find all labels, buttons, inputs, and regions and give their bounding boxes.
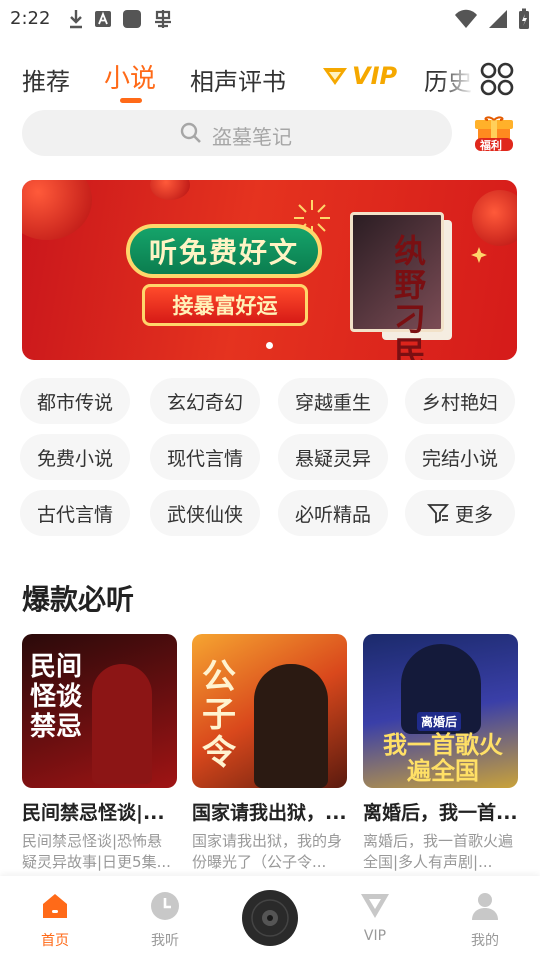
section-title: 爆款必听 (22, 583, 135, 616)
lantern-decoration (472, 190, 517, 246)
tab-vip[interactable]: VIP (322, 62, 397, 90)
tab-recommend[interactable]: 推荐 (22, 62, 70, 97)
category-more-label: 更多 (454, 503, 493, 526)
category-chip[interactable]: 穿越重生 (278, 378, 388, 424)
cover-title: 民间怪谈禁忌 (30, 652, 83, 742)
nav-profile-label: 我的 (471, 933, 499, 949)
tabs-fade (440, 52, 480, 108)
search-icon (180, 122, 201, 143)
top-tabs: 推荐 小说 相声评书 VIP 历史 (0, 52, 540, 108)
download-icon (70, 10, 82, 29)
cover-figure (254, 664, 328, 788)
status-bar: 2:22 (0, 0, 540, 40)
vip-nav-icon (361, 894, 389, 918)
banner-headline: 听免费好文 (126, 224, 322, 278)
book-title: 离婚后，我一首... (363, 802, 518, 824)
nav-vip[interactable]: VIP (340, 890, 410, 944)
home-icon (43, 894, 67, 918)
status-time: 2:22 (10, 8, 51, 29)
book-cover: 离婚后 我一首歌火遍全国 (363, 634, 518, 788)
promo-banner[interactable]: 听免费好文 接暴富好运 纨野刁民 (22, 180, 517, 360)
square-app-icon (123, 10, 141, 28)
book-card[interactable]: 民间怪谈禁忌 民间禁忌怪谈|... 民间禁忌怪谈|恐怖悬疑灵异故事|日更5集..… (22, 634, 177, 873)
signal-icon (489, 10, 507, 28)
category-chip[interactable]: 武侠仙侠 (150, 490, 260, 536)
wifi-icon (455, 9, 477, 28)
user-icon (472, 893, 498, 920)
category-grid-icon[interactable] (480, 62, 514, 96)
book-card[interactable]: 离婚后 我一首歌火遍全国 离婚后，我一首... 离婚后，我一首歌火遍全国|多人有… (363, 634, 518, 873)
star-decoration (471, 247, 487, 263)
player-disc-button[interactable] (242, 890, 298, 946)
category-chip[interactable]: 悬疑灵异 (278, 434, 388, 480)
lantern-decoration (22, 180, 92, 240)
cover-title: 我一首歌火遍全国 (383, 731, 503, 785)
nav-listening-label: 我听 (151, 933, 179, 949)
cover-figure (92, 664, 152, 784)
nav-vip-label: VIP (363, 928, 387, 944)
filter-icon (427, 504, 449, 524)
nav-home-label: 首页 (41, 933, 69, 949)
search-bar[interactable]: 盗墓笔记 (22, 110, 452, 156)
book-description: 国家请我出狱，我的身份曝光了（公子令... (192, 832, 343, 871)
status-system-icons (454, 6, 530, 32)
book-cover: 民间怪谈禁忌 (22, 634, 177, 788)
category-chip[interactable]: 必听精品 (278, 490, 388, 536)
a-badge-icon (95, 11, 111, 27)
book-description: 离婚后，我一首歌火遍全国|多人有声剧|... (363, 832, 514, 871)
book-card[interactable]: 公子令 国家请我出狱，... 国家请我出狱，我的身份曝光了（公子令... (192, 634, 347, 873)
search-placeholder: 盗墓笔记 (212, 125, 292, 149)
tab-vip-label: VIP (352, 62, 398, 90)
cover-title: 公子令 (202, 657, 236, 773)
book-description: 民间禁忌怪谈|恐怖悬疑灵异故事|日更5集... (22, 832, 171, 871)
banner-page-dot (266, 342, 273, 349)
category-chip[interactable]: 乡村艳妇 (405, 378, 515, 424)
banner-subline: 接暴富好运 (142, 284, 308, 326)
gift-label: 福利 (480, 139, 502, 152)
cover-badge: 离婚后 (417, 712, 462, 731)
banner-book-title: 纨野刁民 (394, 232, 427, 360)
nav-listening[interactable]: 我听 (130, 890, 200, 950)
tab-crosstalk[interactable]: 相声评书 (190, 62, 286, 97)
status-notification-icons (68, 6, 174, 32)
bug-icon (155, 10, 171, 28)
category-chip[interactable]: 免费小说 (20, 434, 130, 480)
battery-icon (519, 8, 529, 29)
welfare-gift-button[interactable]: 福利 (472, 114, 516, 156)
nav-home[interactable]: 首页 (20, 890, 90, 950)
book-title: 民间禁忌怪谈|... (22, 802, 165, 824)
category-chip[interactable]: 现代言情 (150, 434, 260, 480)
lantern-decoration (150, 180, 190, 200)
category-chip[interactable]: 玄幻奇幻 (150, 378, 260, 424)
vip-diamond-icon (323, 68, 347, 85)
bottom-navigation: 首页 我听 VIP 我的 (0, 876, 540, 960)
category-more-button[interactable]: 更多 (405, 490, 515, 536)
category-chip[interactable]: 古代言情 (20, 490, 130, 536)
clock-icon (151, 892, 179, 920)
active-tab-indicator (120, 98, 142, 103)
book-cover: 公子令 (192, 634, 347, 788)
vinyl-disc-icon (244, 892, 296, 944)
nav-profile[interactable]: 我的 (450, 890, 520, 950)
category-chip[interactable]: 都市传说 (20, 378, 130, 424)
tab-novel[interactable]: 小说 (104, 58, 156, 95)
book-title: 国家请我出狱，... (192, 802, 347, 824)
category-chip[interactable]: 完结小说 (405, 434, 515, 480)
